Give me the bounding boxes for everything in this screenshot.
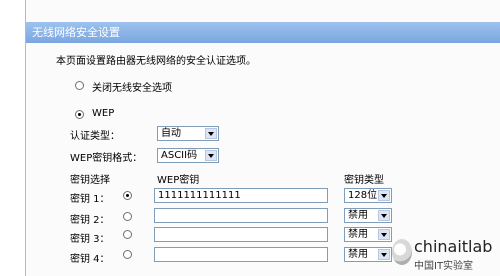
key-2-input[interactable] [154,208,328,223]
disable-security-radio[interactable] [75,81,84,90]
key-3-input[interactable] [154,227,328,242]
key-1-input[interactable]: 1111111111111 [154,188,328,203]
key-4-radio[interactable] [123,250,132,259]
header-wep-key: WEP密钥 [157,175,200,186]
key-4-type-select[interactable]: 禁用 [344,247,392,262]
auth-type-value: 自动 [161,128,181,139]
key-1-label: 密钥 1： [70,194,110,205]
description-text: 本页面设置路由器无线网络的安全认证选项。 [56,56,256,67]
key-2-type-value: 禁用 [348,210,368,221]
wep-format-label: WEP密钥格式： [70,153,143,164]
chevron-down-icon[interactable] [378,210,390,221]
header-key-select: 密钥选择 [70,175,110,186]
key-3-radio[interactable] [123,230,132,239]
chevron-down-icon[interactable] [378,190,390,201]
chevron-down-icon[interactable] [378,229,390,240]
key-2-type-select[interactable]: 禁用 [344,208,392,223]
key-4-input[interactable] [154,247,328,262]
key-3-label: 密钥 3： [70,234,110,245]
watermark: chinaitlab 中国IT实验室 [392,237,498,275]
key-2-radio[interactable] [123,212,132,221]
header-key-type: 密钥类型 [344,175,384,186]
logo-icon [392,239,412,265]
key-2-label: 密钥 2： [70,215,110,226]
key-1-radio[interactable] [123,191,132,200]
key-4-label: 密钥 4： [70,254,110,265]
auth-type-label: 认证类型： [70,131,120,142]
disable-security-label: 关闭无线安全选项 [92,83,172,94]
key-3-type-select[interactable]: 禁用 [344,227,392,242]
key-3-type-value: 禁用 [348,229,368,240]
wep-format-value: ASCII码 [161,150,198,161]
wep-format-select[interactable]: ASCII码 [157,148,219,163]
watermark-brand: chinaitlab [414,237,493,256]
key-4-type-value: 禁用 [348,249,368,260]
key-1-type-value: 128位 [348,190,378,201]
watermark-subtitle: 中国IT实验室 [414,261,474,272]
chevron-down-icon[interactable] [378,249,390,260]
page-title: 无线网络安全设置 [26,22,500,43]
wep-label: WEP [92,108,115,119]
chevron-down-icon[interactable] [205,150,217,161]
auth-type-select[interactable]: 自动 [157,126,219,141]
chevron-down-icon[interactable] [205,128,217,139]
wep-radio[interactable] [75,110,84,119]
key-1-type-select[interactable]: 128位 [344,188,392,203]
